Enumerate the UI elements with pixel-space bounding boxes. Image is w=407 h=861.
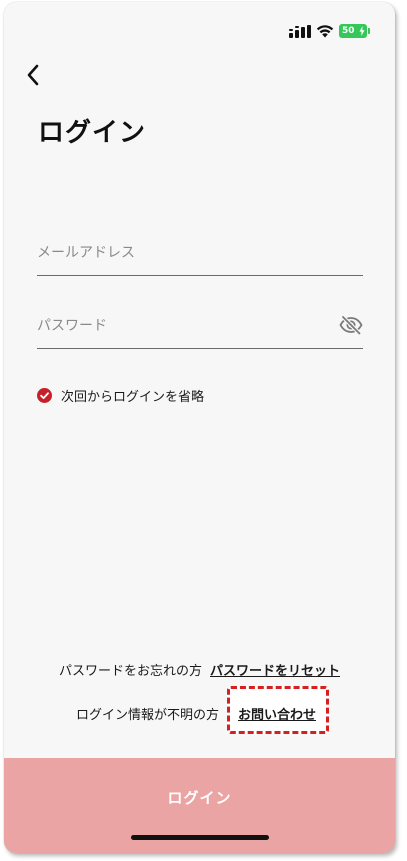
- email-input[interactable]: [37, 239, 327, 267]
- status-bar: 50: [4, 2, 395, 46]
- wifi-icon: [316, 25, 334, 38]
- battery-level: 50: [342, 26, 355, 36]
- battery-icon: 50: [339, 24, 367, 38]
- forgot-password-row: パスワードをお忘れの方 パスワードをリセット: [4, 660, 395, 679]
- remember-login-label: 次回からログインを省略: [61, 389, 205, 405]
- remember-login-checkbox[interactable]: 次回からログインを省略: [37, 384, 204, 406]
- password-field: [37, 308, 363, 349]
- email-field: [37, 235, 363, 276]
- check-circle-icon: [37, 387, 52, 403]
- back-button[interactable]: [22, 62, 46, 88]
- charging-bolt-icon: [359, 26, 365, 36]
- forgot-password-text: パスワードをお忘れの方: [58, 664, 202, 679]
- home-indicator: [131, 835, 269, 840]
- password-input[interactable]: [37, 312, 327, 340]
- unknown-login-info-text: ログイン情報が不明の方: [76, 708, 220, 723]
- reset-password-link[interactable]: パスワードをリセット: [210, 664, 340, 679]
- battery-cap: [368, 28, 370, 34]
- eye-off-icon[interactable]: [339, 315, 363, 335]
- chevron-left-icon: [27, 64, 39, 86]
- page-title: ログイン: [38, 118, 147, 148]
- login-screen: 50 ログイン 次回からログインを省略 パスワードをお忘れの方パ: [4, 2, 395, 853]
- contact-link[interactable]: お問い合わせ: [238, 704, 316, 723]
- cellular-signal-icon: [289, 25, 311, 38]
